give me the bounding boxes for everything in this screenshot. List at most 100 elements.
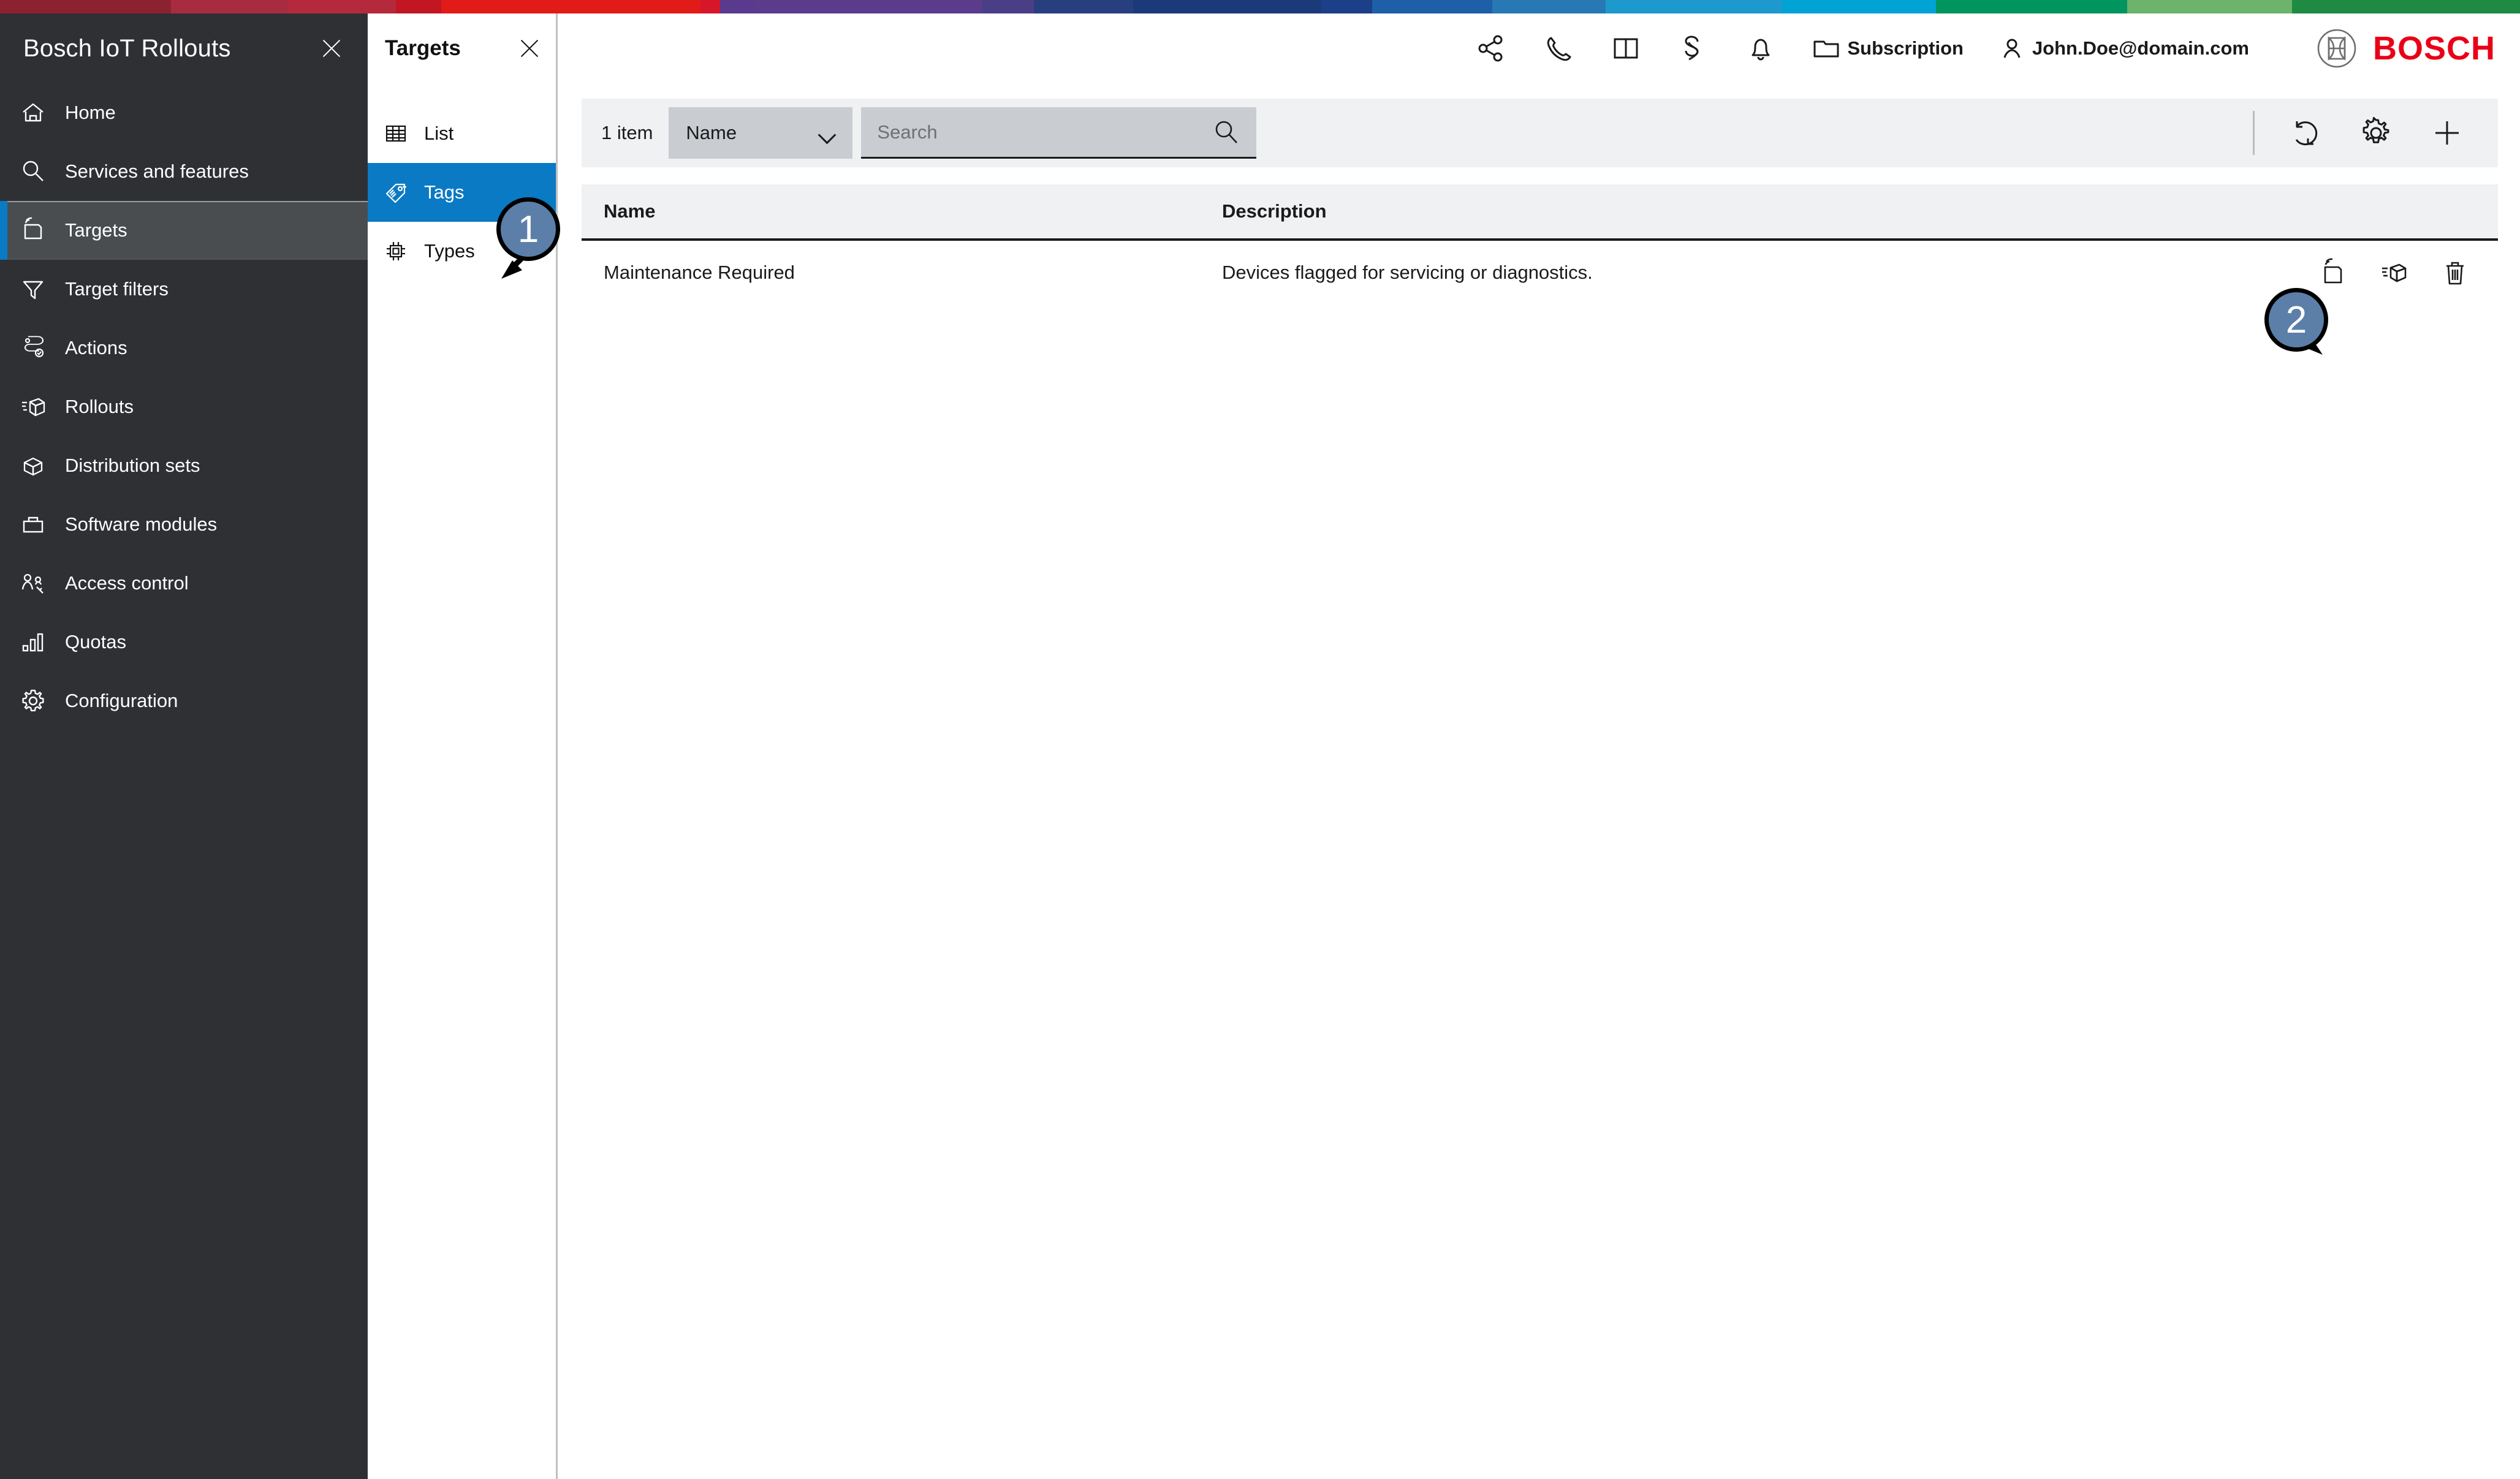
user-email-label: John.Doe@domain.com bbox=[2032, 37, 2249, 59]
access-control-icon bbox=[18, 569, 48, 598]
sidebar-item-configuration[interactable]: Configuration bbox=[0, 671, 368, 730]
toolbar-actions bbox=[2288, 116, 2498, 149]
table-body: Maintenance Required Devices flagged for … bbox=[582, 241, 2498, 304]
sidebar-item-label: Quotas bbox=[65, 631, 126, 652]
close-icon[interactable] bbox=[319, 36, 344, 61]
table-header-row: Name Description bbox=[582, 184, 2498, 241]
bosch-supergraphic-bar bbox=[0, 0, 2520, 13]
bosch-symbol-icon bbox=[2317, 28, 2357, 69]
refresh-icon[interactable] bbox=[2288, 116, 2321, 149]
supergraphic-segment bbox=[1033, 0, 1134, 13]
sidebar-item-home[interactable]: Home bbox=[0, 83, 368, 142]
column-header-description: Description bbox=[1222, 200, 1327, 222]
sidebar-item-quotas[interactable]: Quotas bbox=[0, 613, 368, 671]
table-row[interactable]: Maintenance Required Devices flagged for … bbox=[582, 241, 2498, 304]
sidebar-item-label: Actions bbox=[65, 337, 127, 358]
sidebar-item-label: Distribution sets bbox=[65, 455, 200, 476]
sidebar-item-actions[interactable]: Actions bbox=[0, 319, 368, 377]
sidebar-item-label: Home bbox=[65, 102, 116, 123]
supergraphic-segment bbox=[441, 0, 700, 13]
supergraphic-segment bbox=[1321, 0, 1373, 13]
tags-table: Name Description Maintenance Required Dev… bbox=[582, 184, 2498, 304]
subscription-label: Subscription bbox=[1847, 37, 1964, 59]
bell-icon[interactable] bbox=[1744, 32, 1777, 65]
search-icon[interactable] bbox=[1212, 118, 1240, 146]
tool-item-label: List bbox=[424, 123, 454, 144]
section-paragraph-icon[interactable] bbox=[1677, 32, 1710, 65]
bar-chart-icon bbox=[18, 627, 48, 657]
supergraphic-segment bbox=[700, 0, 721, 13]
search-box[interactable] bbox=[861, 107, 1257, 159]
column-header-name: Name bbox=[604, 200, 656, 222]
user-icon bbox=[1998, 34, 2026, 62]
book-icon[interactable] bbox=[1609, 32, 1642, 65]
app-title: Bosch IoT Rollouts bbox=[23, 34, 231, 62]
home-icon bbox=[18, 98, 48, 127]
delete-icon[interactable] bbox=[2440, 258, 2470, 287]
tool-item-label: Tags bbox=[424, 181, 465, 203]
sidebar-item-label: Access control bbox=[65, 572, 189, 594]
sidebar-item-rollouts[interactable]: Rollouts bbox=[0, 377, 368, 436]
sidebar-item-label: Configuration bbox=[65, 690, 178, 711]
assign-target-icon[interactable] bbox=[2318, 258, 2347, 287]
rollout-package-icon bbox=[18, 392, 48, 422]
main-sidebar: Bosch IoT Rollouts Home Services and feat… bbox=[0, 13, 368, 1479]
gear-icon[interactable] bbox=[2359, 116, 2393, 149]
main-content: Target tags i 1 item Name bbox=[560, 13, 2520, 1479]
phone-icon[interactable] bbox=[1542, 32, 1575, 65]
sidebar-item-distribution-sets[interactable]: Distribution sets bbox=[0, 436, 368, 495]
distribution-box-icon bbox=[18, 451, 48, 480]
global-header: Subscription John.Doe@domain.com BOSCH bbox=[560, 13, 2520, 83]
bosch-wordmark: BOSCH bbox=[2372, 29, 2495, 67]
actions-icon bbox=[18, 333, 48, 363]
header-icon-group: Subscription John.Doe@domain.com bbox=[1474, 32, 2249, 65]
sidebar-nav: Home Services and features Targets Target f… bbox=[0, 83, 368, 730]
bosch-logo: BOSCH bbox=[2317, 28, 2495, 69]
sidebar-item-targets[interactable]: Targets bbox=[0, 201, 368, 260]
supergraphic-segment bbox=[287, 0, 396, 13]
supergraphic-segment bbox=[1492, 0, 1606, 13]
sidebar-item-access-control[interactable]: Access control bbox=[0, 554, 368, 613]
sidebar-item-label: Targets bbox=[65, 219, 127, 241]
chevron-down-icon bbox=[819, 129, 835, 137]
close-icon[interactable] bbox=[517, 36, 542, 61]
sidebar-item-label: Rollouts bbox=[65, 396, 134, 417]
supergraphic-segment bbox=[1936, 0, 2127, 13]
table-list-icon bbox=[382, 120, 409, 147]
sidebar-item-label: Target filters bbox=[65, 278, 169, 300]
supergraphic-segment bbox=[1133, 0, 1321, 13]
supergraphic-segment bbox=[754, 0, 982, 13]
sidebar-item-label: Software modules bbox=[65, 513, 218, 535]
callout-badge-2: 2 bbox=[2264, 288, 2328, 352]
user-account-button[interactable]: John.Doe@domain.com bbox=[1998, 34, 2249, 62]
supergraphic-segment bbox=[395, 0, 442, 13]
supergraphic-segment bbox=[2127, 0, 2293, 13]
chip-types-icon bbox=[382, 238, 409, 265]
supergraphic-segment bbox=[1606, 0, 1783, 13]
supergraphic-segment bbox=[1372, 0, 1492, 13]
cell-description: Devices flagged for servicing or diagnos… bbox=[1222, 262, 1593, 283]
assign-rollout-icon[interactable] bbox=[2379, 258, 2408, 287]
sidebar-item-target-filters[interactable]: Target filters bbox=[0, 260, 368, 319]
tool-item-list[interactable]: List bbox=[368, 104, 556, 163]
add-icon[interactable] bbox=[2431, 116, 2464, 149]
sort-field-select[interactable]: Name bbox=[669, 107, 853, 159]
tag-icon bbox=[382, 179, 409, 206]
supergraphic-segment bbox=[170, 0, 288, 13]
supergraphic-segment bbox=[1782, 0, 1937, 13]
sidebar-item-software-modules[interactable]: Software modules bbox=[0, 495, 368, 554]
sidebar-header: Bosch IoT Rollouts bbox=[0, 13, 368, 83]
item-count: 1 item bbox=[601, 122, 653, 143]
subscription-button[interactable]: Subscription bbox=[1812, 34, 1964, 63]
supergraphic-segment bbox=[982, 0, 1034, 13]
cell-name: Maintenance Required bbox=[604, 262, 795, 283]
share-icon[interactable] bbox=[1474, 32, 1508, 65]
supergraphic-segment bbox=[0, 0, 171, 13]
callout-badge-1: 1 bbox=[496, 197, 560, 261]
sidebar-item-services-and-features[interactable]: Services and features bbox=[0, 142, 368, 201]
tool-item-label: Types bbox=[424, 240, 475, 262]
search-icon bbox=[18, 157, 48, 186]
folder-icon bbox=[1812, 34, 1841, 63]
search-input[interactable] bbox=[877, 121, 1184, 143]
supergraphic-segment bbox=[720, 0, 755, 13]
